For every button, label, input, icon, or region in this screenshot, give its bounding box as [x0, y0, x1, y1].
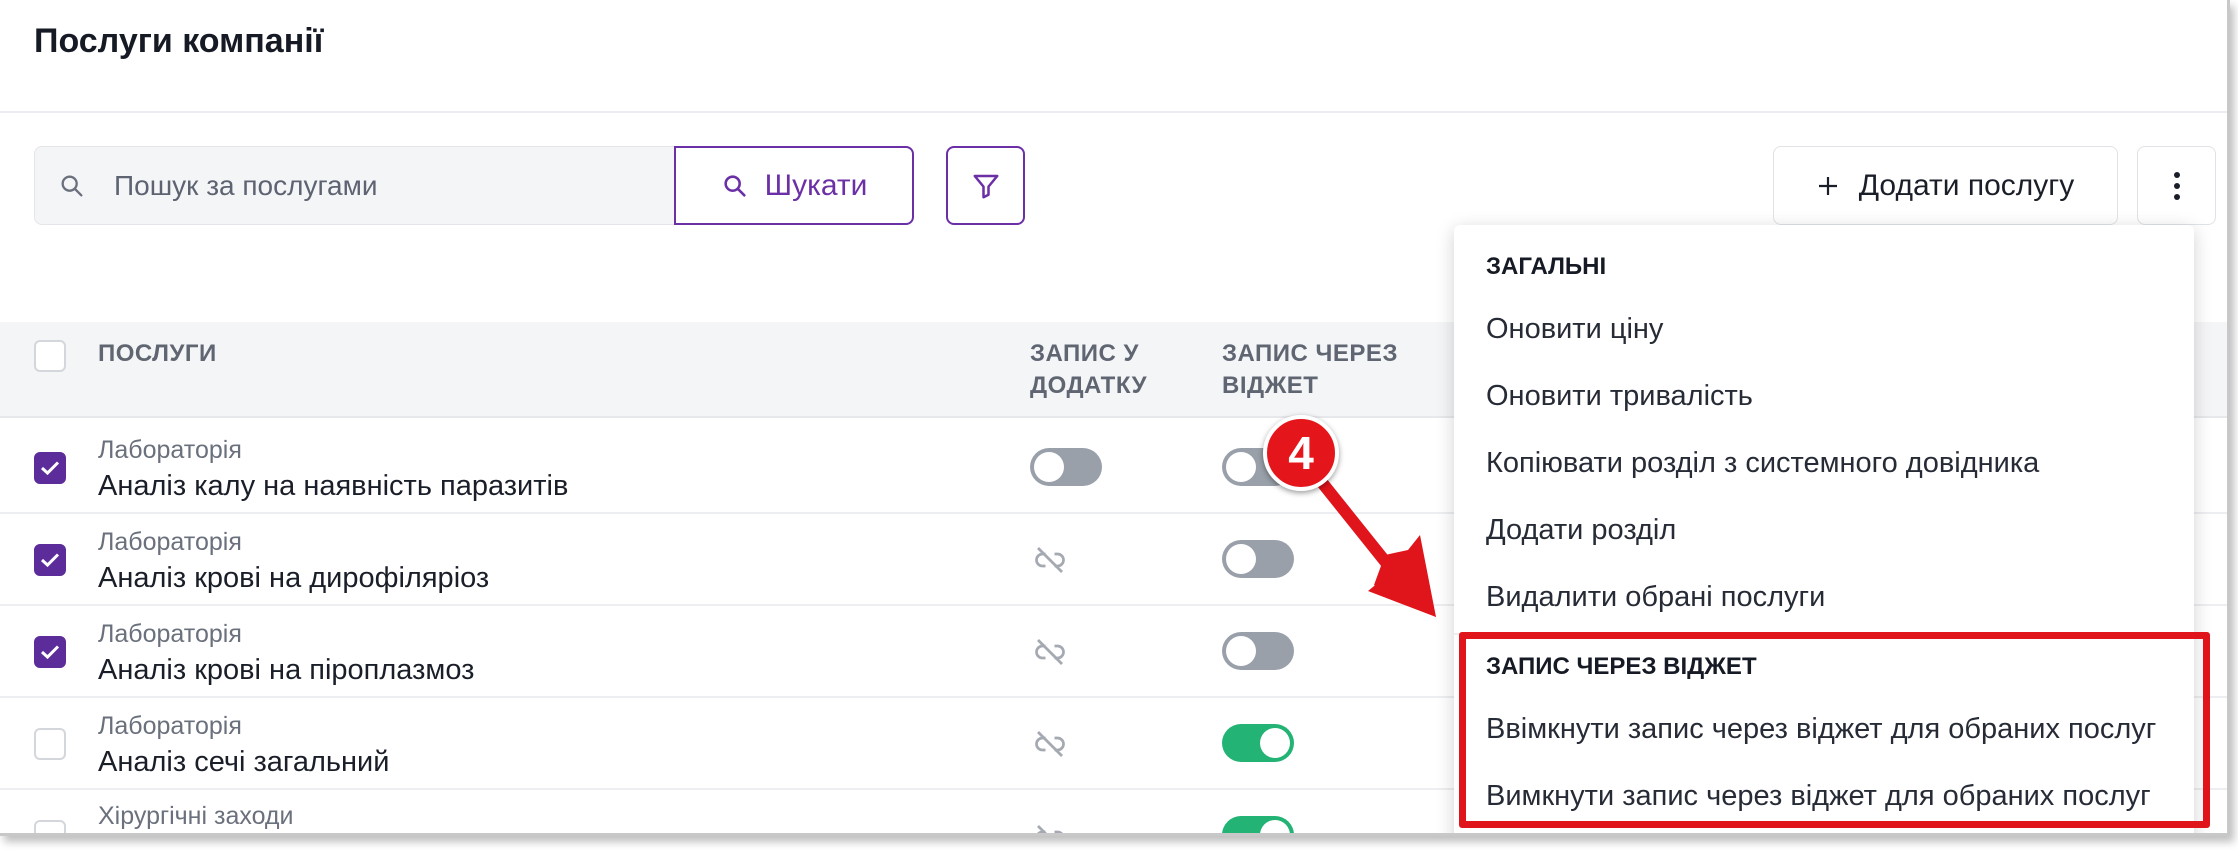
annotation-highlight-box: [1459, 632, 2210, 828]
more-actions-button[interactable]: [2137, 146, 2216, 225]
annotation-step-badge: 4: [1263, 415, 1339, 491]
app-window: Послуги компанії Шукати Додати послугу: [0, 0, 2230, 836]
column-app-booking: ЗАПИС У ДОДАТКУ: [1030, 338, 1147, 402]
more-vertical-icon: [2173, 171, 2180, 200]
service-name[interactable]: Аналіз крові на дирофіляріоз: [98, 562, 489, 595]
column-widget-booking: ЗАПИС ЧЕРЕЗ ВІДЖЕТ: [1222, 338, 1398, 402]
search-input[interactable]: [114, 160, 654, 212]
row-checkbox[interactable]: [34, 452, 66, 484]
menu-item-add-section[interactable]: Додати розділ: [1486, 514, 1676, 547]
filter-icon: [973, 174, 998, 198]
filter-button[interactable]: [946, 146, 1025, 225]
widget-booking-toggle[interactable]: [1222, 632, 1294, 670]
search-button[interactable]: Шукати: [674, 146, 914, 225]
widget-booking-toggle[interactable]: [1222, 724, 1294, 762]
plus-icon: [1818, 176, 1837, 195]
row-checkbox[interactable]: [34, 636, 66, 668]
column-widget-booking-line1: ЗАПИС ЧЕРЕЗ: [1222, 340, 1398, 367]
page-title: Послуги компанії: [34, 22, 324, 60]
row-checkbox[interactable]: [34, 544, 66, 576]
service-name[interactable]: Аналіз сечі загальний: [98, 746, 389, 779]
service-category: Лабораторія: [98, 436, 242, 464]
column-widget-booking-line2: ВІДЖЕТ: [1222, 372, 1319, 399]
check-icon: [40, 553, 60, 568]
row-checkbox[interactable]: [34, 728, 66, 760]
column-services: ПОСЛУГИ: [98, 340, 217, 367]
widget-booking-toggle[interactable]: [1222, 816, 1294, 833]
unlinked-icon: [1035, 547, 1065, 573]
service-category: Лабораторія: [98, 528, 242, 556]
menu-item-delete-selected[interactable]: Видалити обрані послуги: [1486, 581, 1825, 614]
menu-item-copy-section[interactable]: Копіювати розділ з системного довідника: [1486, 447, 2039, 480]
service-name[interactable]: Аналіз крові на піроплазмоз: [98, 654, 474, 687]
check-icon: [40, 461, 60, 476]
unlinked-icon: [1037, 825, 1063, 833]
header-divider: [0, 111, 2227, 113]
service-category: Лабораторія: [98, 712, 242, 740]
menu-item-update-price[interactable]: Оновити ціну: [1486, 313, 1663, 346]
app-booking-toggle[interactable]: [1030, 448, 1102, 486]
search-icon: [61, 175, 83, 197]
add-service-label: Додати послугу: [1858, 168, 2075, 202]
column-app-booking-line1: ЗАПИС У: [1030, 340, 1139, 367]
service-category: Лабораторія: [98, 620, 242, 648]
column-app-booking-line2: ДОДАТКУ: [1030, 372, 1148, 399]
row-checkbox[interactable]: [34, 820, 66, 833]
select-all-checkbox[interactable]: [34, 340, 66, 372]
check-icon: [40, 645, 60, 660]
add-service-button[interactable]: Додати послугу: [1773, 146, 2118, 225]
menu-item-update-duration[interactable]: Оновити тривалість: [1486, 380, 1753, 413]
service-category: Хірургічні заходи: [98, 802, 294, 830]
search-icon: [723, 174, 746, 197]
unlinked-icon: [1035, 639, 1065, 665]
menu-section-general: ЗАГАЛЬНІ: [1486, 253, 1607, 280]
search-button-label: Шукати: [764, 168, 868, 202]
service-name[interactable]: Аналіз калу на наявність паразитів: [98, 470, 568, 503]
unlinked-icon: [1035, 731, 1065, 757]
